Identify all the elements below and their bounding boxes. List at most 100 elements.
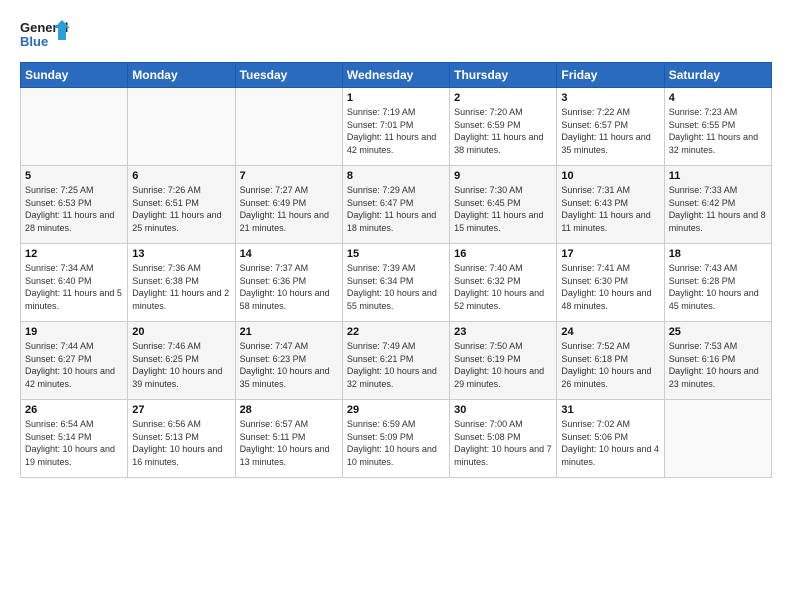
- calendar-table: SundayMondayTuesdayWednesdayThursdayFrid…: [20, 62, 772, 478]
- day-number: 22: [347, 326, 445, 338]
- day-number: 11: [669, 170, 767, 182]
- day-info: Sunrise: 7:02 AM Sunset: 5:06 PM Dayligh…: [561, 418, 659, 468]
- calendar-cell: 17 Sunrise: 7:41 AM Sunset: 6:30 PM Dayli…: [557, 244, 664, 322]
- weekday-header-friday: Friday: [557, 63, 664, 88]
- day-info: Sunrise: 7:37 AM Sunset: 6:36 PM Dayligh…: [240, 262, 338, 312]
- day-number: 2: [454, 92, 552, 104]
- calendar-cell: 14 Sunrise: 7:37 AM Sunset: 6:36 PM Dayli…: [235, 244, 342, 322]
- day-number: 10: [561, 170, 659, 182]
- day-number: 12: [25, 248, 123, 260]
- page: General Blue SundayMondayTuesdayWednesda…: [0, 0, 792, 488]
- weekday-header-row: SundayMondayTuesdayWednesdayThursdayFrid…: [21, 63, 772, 88]
- day-number: 3: [561, 92, 659, 104]
- day-info: Sunrise: 7:33 AM Sunset: 6:42 PM Dayligh…: [669, 184, 767, 234]
- calendar-cell: 24Sunrise: 7:52 AM Sunset: 6:18 PM Dayli…: [557, 322, 664, 400]
- day-number: 31: [561, 404, 659, 416]
- calendar-cell: 22 Sunrise: 7:49 AM Sunset: 6:21 PM Dayli…: [342, 322, 449, 400]
- day-info: Sunrise: 6:54 AM Sunset: 5:14 PM Dayligh…: [25, 418, 123, 468]
- day-info: Sunrise: 7:50 AM Sunset: 6:19 PM Dayligh…: [454, 340, 552, 390]
- calendar-cell: 31 Sunrise: 7:02 AM Sunset: 5:06 PM Dayli…: [557, 400, 664, 478]
- calendar-cell: 18 Sunrise: 7:43 AM Sunset: 6:28 PM Dayli…: [664, 244, 771, 322]
- calendar-cell: 5Sunrise: 7:25 AM Sunset: 6:53 PM Daylig…: [21, 166, 128, 244]
- calendar-cell: 10 Sunrise: 7:31 AM Sunset: 6:43 PM Dayli…: [557, 166, 664, 244]
- calendar-cell: 30 Sunrise: 7:00 AM Sunset: 5:08 PM Dayli…: [450, 400, 557, 478]
- day-number: 25: [669, 326, 767, 338]
- day-info: Sunrise: 6:57 AM Sunset: 5:11 PM Dayligh…: [240, 418, 338, 468]
- calendar-cell: 29 Sunrise: 6:59 AM Sunset: 5:09 PM Dayli…: [342, 400, 449, 478]
- calendar-cell: 26 Sunrise: 6:54 AM Sunset: 5:14 PM Dayli…: [21, 400, 128, 478]
- day-info: Sunrise: 7:27 AM Sunset: 6:49 PM Dayligh…: [240, 184, 338, 234]
- day-info: Sunrise: 7:30 AM Sunset: 6:45 PM Dayligh…: [454, 184, 552, 234]
- calendar-cell: 8 Sunrise: 7:29 AM Sunset: 6:47 PM Daylig…: [342, 166, 449, 244]
- day-number: 17: [561, 248, 659, 260]
- calendar-cell: 13Sunrise: 7:36 AM Sunset: 6:38 PM Dayli…: [128, 244, 235, 322]
- day-number: 7: [240, 170, 338, 182]
- day-info: Sunrise: 7:46 AM Sunset: 6:25 PM Dayligh…: [132, 340, 230, 390]
- calendar-cell: 12 Sunrise: 7:34 AM Sunset: 6:40 PM Dayli…: [21, 244, 128, 322]
- day-info: Sunrise: 7:39 AM Sunset: 6:34 PM Dayligh…: [347, 262, 445, 312]
- calendar-cell: 2 Sunrise: 7:20 AM Sunset: 6:59 PM Daylig…: [450, 88, 557, 166]
- calendar-cell: 15 Sunrise: 7:39 AM Sunset: 6:34 PM Dayli…: [342, 244, 449, 322]
- calendar-cell: 25 Sunrise: 7:53 AM Sunset: 6:16 PM Dayli…: [664, 322, 771, 400]
- week-row-1: 1 Sunrise: 7:19 AM Sunset: 7:01 PM Daylig…: [21, 88, 772, 166]
- day-number: 5: [25, 170, 123, 182]
- day-number: 13: [132, 248, 230, 260]
- day-number: 19: [25, 326, 123, 338]
- day-number: 20: [132, 326, 230, 338]
- day-number: 6: [132, 170, 230, 182]
- calendar-cell: 6Sunrise: 7:26 AM Sunset: 6:51 PM Daylig…: [128, 166, 235, 244]
- logo-svg: General Blue: [20, 18, 70, 54]
- day-info: Sunrise: 7:00 AM Sunset: 5:08 PM Dayligh…: [454, 418, 552, 468]
- day-info: Sunrise: 7:34 AM Sunset: 6:40 PM Dayligh…: [25, 262, 123, 312]
- weekday-header-sunday: Sunday: [21, 63, 128, 88]
- day-info: Sunrise: 7:40 AM Sunset: 6:32 PM Dayligh…: [454, 262, 552, 312]
- day-info: Sunrise: 6:56 AM Sunset: 5:13 PM Dayligh…: [132, 418, 230, 468]
- week-row-3: 12 Sunrise: 7:34 AM Sunset: 6:40 PM Dayli…: [21, 244, 772, 322]
- svg-text:Blue: Blue: [20, 34, 48, 49]
- calendar-cell: 3Sunrise: 7:22 AM Sunset: 6:57 PM Daylig…: [557, 88, 664, 166]
- calendar-cell: 21Sunrise: 7:47 AM Sunset: 6:23 PM Dayli…: [235, 322, 342, 400]
- calendar-cell: 11 Sunrise: 7:33 AM Sunset: 6:42 PM Dayli…: [664, 166, 771, 244]
- day-number: 28: [240, 404, 338, 416]
- calendar-cell: 9 Sunrise: 7:30 AM Sunset: 6:45 PM Daylig…: [450, 166, 557, 244]
- week-row-2: 5Sunrise: 7:25 AM Sunset: 6:53 PM Daylig…: [21, 166, 772, 244]
- day-info: Sunrise: 7:41 AM Sunset: 6:30 PM Dayligh…: [561, 262, 659, 312]
- day-number: 4: [669, 92, 767, 104]
- day-number: 26: [25, 404, 123, 416]
- day-number: 1: [347, 92, 445, 104]
- day-info: Sunrise: 7:47 AM Sunset: 6:23 PM Dayligh…: [240, 340, 338, 390]
- weekday-header-thursday: Thursday: [450, 63, 557, 88]
- day-info: Sunrise: 7:23 AM Sunset: 6:55 PM Dayligh…: [669, 106, 767, 156]
- calendar-cell: [21, 88, 128, 166]
- day-number: 16: [454, 248, 552, 260]
- day-info: Sunrise: 7:31 AM Sunset: 6:43 PM Dayligh…: [561, 184, 659, 234]
- day-info: Sunrise: 7:19 AM Sunset: 7:01 PM Dayligh…: [347, 106, 445, 156]
- day-number: 15: [347, 248, 445, 260]
- calendar-cell: [664, 400, 771, 478]
- calendar-cell: [235, 88, 342, 166]
- day-info: Sunrise: 7:44 AM Sunset: 6:27 PM Dayligh…: [25, 340, 123, 390]
- day-info: Sunrise: 7:43 AM Sunset: 6:28 PM Dayligh…: [669, 262, 767, 312]
- day-number: 23: [454, 326, 552, 338]
- day-number: 18: [669, 248, 767, 260]
- day-number: 29: [347, 404, 445, 416]
- day-info: Sunrise: 7:49 AM Sunset: 6:21 PM Dayligh…: [347, 340, 445, 390]
- weekday-header-saturday: Saturday: [664, 63, 771, 88]
- day-number: 27: [132, 404, 230, 416]
- day-number: 8: [347, 170, 445, 182]
- calendar-cell: 4 Sunrise: 7:23 AM Sunset: 6:55 PM Daylig…: [664, 88, 771, 166]
- weekday-header-tuesday: Tuesday: [235, 63, 342, 88]
- day-info: Sunrise: 6:59 AM Sunset: 5:09 PM Dayligh…: [347, 418, 445, 468]
- weekday-header-monday: Monday: [128, 63, 235, 88]
- day-info: Sunrise: 7:20 AM Sunset: 6:59 PM Dayligh…: [454, 106, 552, 156]
- day-number: 30: [454, 404, 552, 416]
- header-row: General Blue: [20, 18, 772, 54]
- day-number: 9: [454, 170, 552, 182]
- weekday-header-wednesday: Wednesday: [342, 63, 449, 88]
- calendar-cell: [128, 88, 235, 166]
- day-info: Sunrise: 7:29 AM Sunset: 6:47 PM Dayligh…: [347, 184, 445, 234]
- day-info: Sunrise: 7:53 AM Sunset: 6:16 PM Dayligh…: [669, 340, 767, 390]
- day-number: 14: [240, 248, 338, 260]
- calendar-cell: 19 Sunrise: 7:44 AM Sunset: 6:27 PM Dayli…: [21, 322, 128, 400]
- calendar-cell: 27 Sunrise: 6:56 AM Sunset: 5:13 PM Dayli…: [128, 400, 235, 478]
